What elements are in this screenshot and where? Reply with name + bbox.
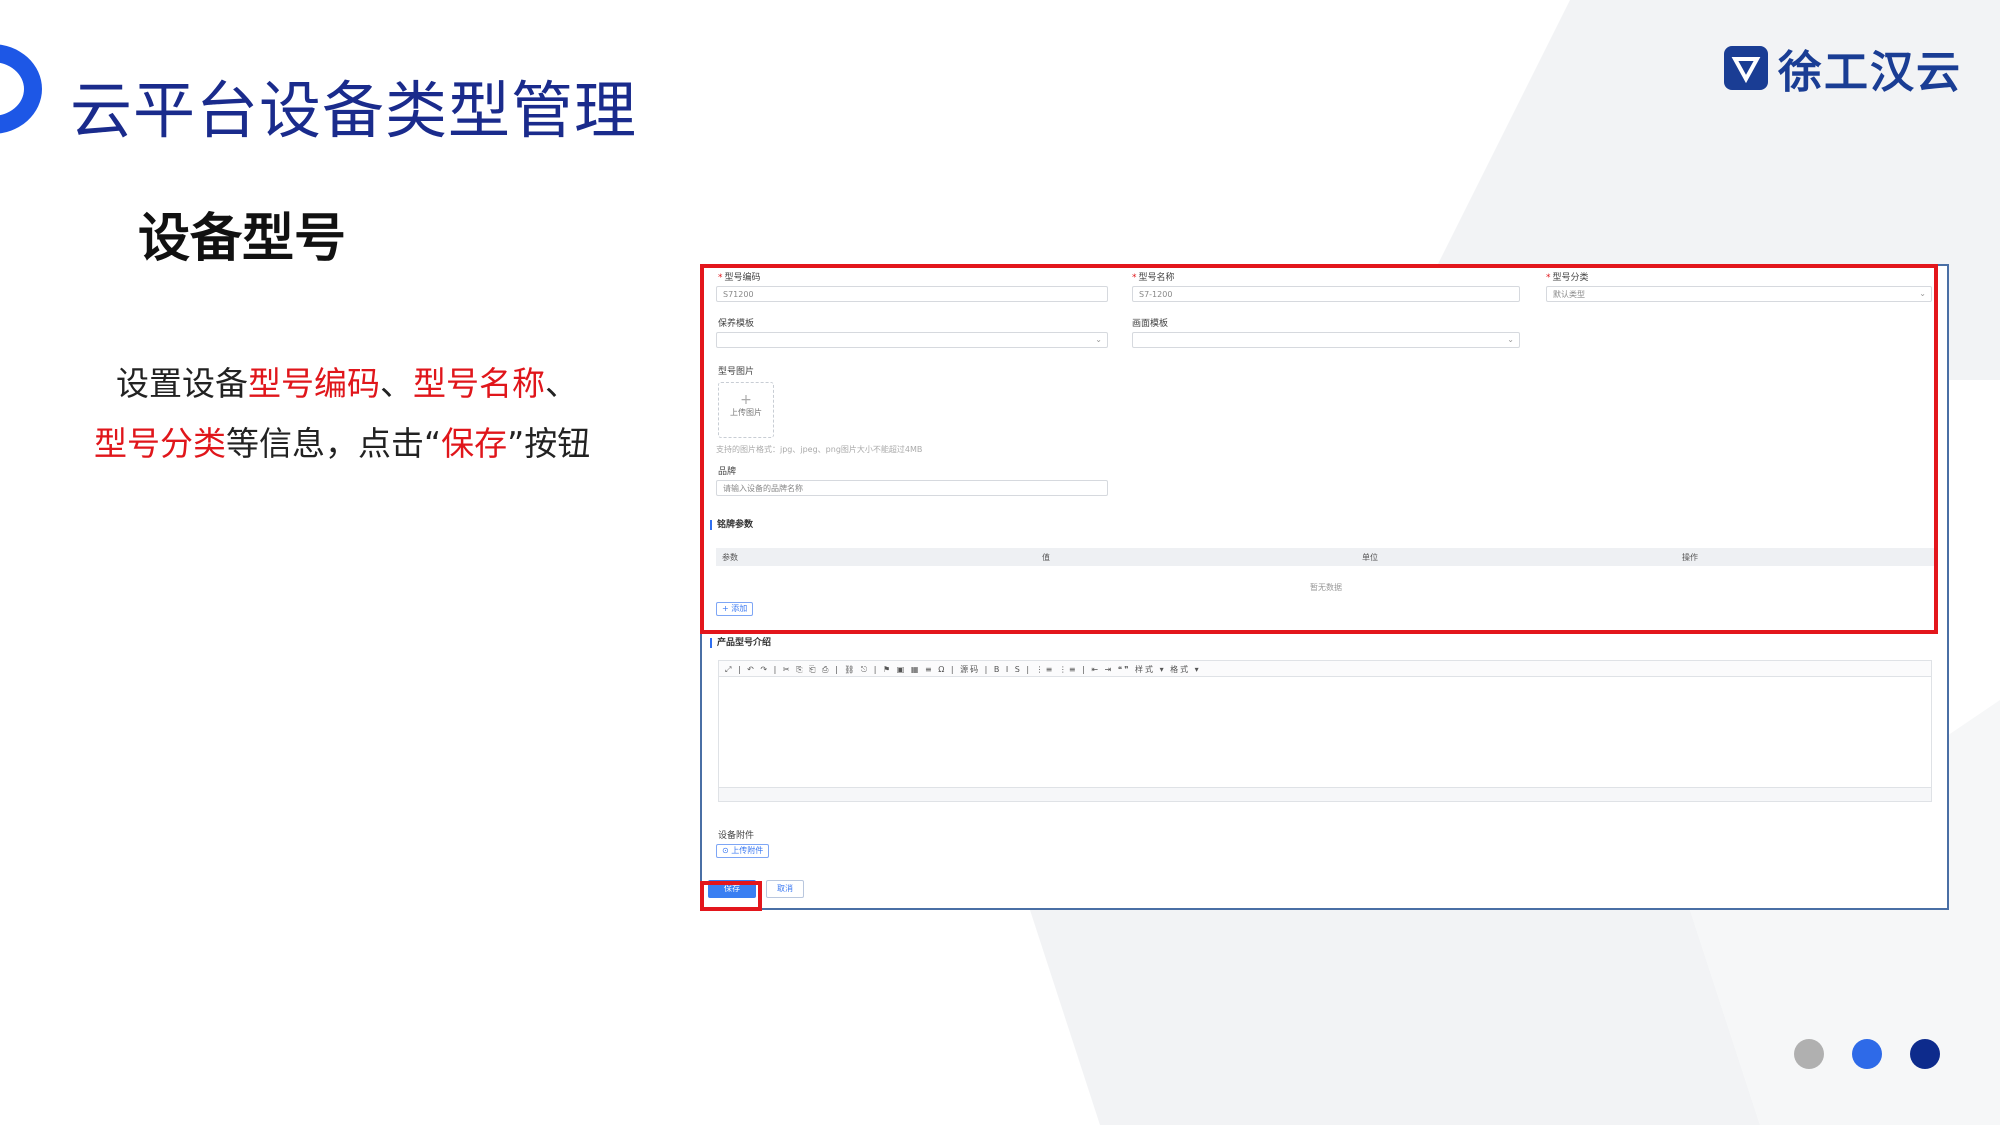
brand-logo-group: 徐工汉云 [1724, 36, 1962, 100]
chevron-down-icon: ⌄ [1919, 289, 1926, 298]
screen-template-label: 画面模板 [1132, 319, 1169, 329]
plus-icon: + [740, 392, 752, 408]
desc-text: 、 [380, 364, 413, 403]
save-button[interactable]: 保存 [708, 880, 756, 898]
pagination-dots [1794, 1039, 1940, 1069]
dot-navy [1910, 1039, 1940, 1069]
column-header: 值 [1042, 553, 1050, 562]
empty-table-text: 暂无数据 [1310, 583, 1342, 592]
brand-name: 徐工汉云 [1778, 47, 1962, 98]
brand-label: 品牌 [718, 467, 737, 477]
chevron-down-icon: ⌄ [1095, 335, 1102, 344]
desc-text: 设置设备 [116, 364, 248, 403]
device-model-form: * 型号编码 S71200 * 型号名称 S7-1200 * 型号分类 默认类型 ⌄ 保… [700, 264, 1949, 910]
intro-section-title: 产品型号介绍 [710, 638, 771, 648]
upload-image-button[interactable]: + 上传图片 [718, 382, 774, 438]
maintenance-template-label: 保养模板 [718, 319, 755, 329]
desc-highlight-code: 型号编码 [248, 364, 380, 403]
editor-resize-bar[interactable] [718, 788, 1932, 802]
slide-title: 云平台设备类型管理 [70, 74, 638, 147]
model-category-label: * 型号分类 [1546, 273, 1589, 283]
upload-image-label: 上传图片 [730, 408, 762, 417]
column-header: 操作 [1682, 553, 1698, 562]
nameplate-section-title: 铭牌参数 [710, 520, 753, 530]
add-parameter-button[interactable]: + 添加 [716, 602, 754, 616]
editor-toolbar[interactable]: ⤢ | ↶ ↷ | ✂ ⎘ ⎗ ⎙ | ⛓ ⎋ | ⚑ ▣ ▦ ≡ Ω | 源码… [718, 660, 1932, 676]
nameplate-table-header: 参数 值 单位 操作 [716, 548, 1936, 566]
model-image-label: 型号图片 [718, 367, 755, 377]
attachment-label: 设备附件 [718, 831, 755, 841]
dot-blue [1852, 1039, 1882, 1069]
model-category-select[interactable]: 默认类型 ⌄ [1546, 286, 1932, 302]
model-name-label: * 型号名称 [1132, 273, 1175, 283]
image-hint: 支持的图片格式：jpg、jpeg、png图片大小不能超过4MB [716, 445, 923, 454]
section-title: 设备型号 [138, 209, 347, 269]
model-code-input[interactable]: S71200 [716, 286, 1108, 302]
model-code-label: * 型号编码 [718, 273, 761, 283]
accent-arc [0, 44, 42, 134]
model-name-input[interactable]: S7-1200 [1132, 286, 1520, 302]
chevron-down-icon: ⌄ [1507, 335, 1514, 344]
maintenance-template-select[interactable]: ⌄ [716, 332, 1108, 348]
brand-input[interactable]: 请输入设备的品牌名称 [716, 480, 1108, 496]
column-header: 参数 [722, 553, 738, 562]
brand-logo-icon [1724, 46, 1768, 90]
column-header: 单位 [1362, 553, 1378, 562]
intro-editor[interactable] [718, 676, 1932, 788]
cancel-button[interactable]: 取消 [766, 880, 804, 898]
desc-highlight-name: 型号名称 [413, 364, 545, 403]
dot-gray [1794, 1039, 1824, 1069]
desc-highlight-save: 保存 [441, 424, 508, 463]
desc-text: 等信息，点击“ [226, 424, 442, 463]
description-text: 设置设备型号编码、型号名称、 型号分类等信息，点击“保存”按钮 [94, 354, 636, 474]
desc-highlight-category: 型号分类 [94, 424, 226, 463]
desc-text: ”按钮 [507, 424, 591, 463]
upload-attachment-button[interactable]: ⊙ 上传附件 [716, 844, 770, 858]
desc-text: 、 [545, 364, 578, 403]
screen-template-select[interactable]: ⌄ [1132, 332, 1520, 348]
